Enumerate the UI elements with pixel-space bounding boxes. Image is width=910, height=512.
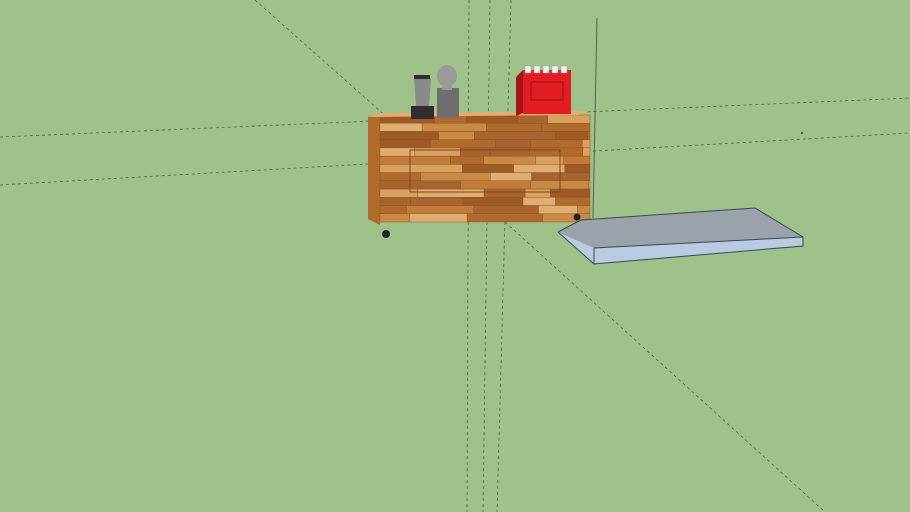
wood-plank: [563, 155, 591, 165]
wood-plank: [379, 180, 461, 190]
wood-plank: [473, 205, 539, 214]
wood-plank: [587, 131, 591, 140]
wood-plank: [555, 131, 588, 140]
stone-slab[interactable]: [557, 207, 804, 265]
wood-plank: [379, 155, 451, 165]
espresso-cup: [524, 65, 532, 74]
wood-plank: [379, 139, 431, 149]
wood-plank: [460, 147, 491, 157]
wood-plank: [483, 155, 536, 165]
wood-plank: [541, 122, 591, 132]
blue-axis-guide-2: [482, 0, 491, 512]
wheel-left: [382, 230, 390, 238]
wood-plank: [495, 139, 531, 149]
wood-plank: [490, 172, 532, 182]
wood-plank: [547, 114, 591, 124]
grinder-neck: [442, 86, 452, 90]
wood-plank: [410, 197, 463, 206]
blender[interactable]: [411, 75, 434, 119]
wood-plank: [462, 164, 514, 173]
wood-plank: [577, 205, 591, 214]
blue-axis-guide-3: [496, 0, 512, 512]
wood-plank: [379, 205, 407, 214]
espresso-body-side: [516, 70, 523, 116]
wood-plank: [535, 155, 564, 165]
wood-plank: [438, 131, 475, 140]
wood-plank: [379, 122, 423, 132]
guide-point: [800, 131, 804, 135]
wood-plank: [588, 180, 591, 190]
wood-plank: [414, 147, 461, 157]
wood-plank: [550, 188, 591, 198]
espresso-machine[interactable]: [516, 65, 571, 116]
wood-plank: [466, 213, 543, 223]
wooden-counter[interactable]: [368, 111, 591, 238]
espresso-cup: [542, 65, 550, 74]
counter-planks: [379, 114, 591, 223]
blender-base: [411, 106, 434, 119]
wood-plank: [430, 139, 496, 149]
wood-plank: [460, 180, 531, 190]
wood-plank: [420, 172, 491, 182]
counter-side-face: [368, 113, 380, 225]
wood-plank: [466, 114, 519, 124]
diagonal-guide-lower: [504, 221, 826, 512]
wood-plank: [450, 155, 484, 165]
wood-plank: [379, 213, 411, 223]
wood-plank: [379, 172, 421, 182]
wood-plank: [524, 188, 551, 198]
espresso-cup: [560, 65, 568, 74]
wood-plank: [530, 139, 583, 149]
blender-lid: [414, 75, 430, 79]
wood-plank: [417, 188, 485, 198]
wood-plank: [379, 188, 419, 198]
wood-plank: [564, 164, 591, 173]
model-viewport[interactable]: [0, 0, 910, 512]
wood-plank: [474, 131, 556, 140]
wood-plank: [517, 114, 548, 124]
wood-plank: [421, 122, 487, 132]
scene-canvas[interactable]: [0, 0, 910, 512]
espresso-cup: [551, 65, 559, 74]
wood-plank: [513, 164, 566, 173]
wood-plank: [379, 197, 411, 206]
wood-plank: [522, 197, 556, 206]
espresso-body-front: [523, 70, 571, 114]
grinder-body: [437, 88, 459, 118]
wood-plank: [582, 147, 591, 157]
wood-plank: [529, 147, 583, 157]
wood-plank: [462, 197, 524, 206]
wood-plank: [582, 139, 591, 149]
wood-plank: [379, 164, 463, 173]
wood-plank: [379, 147, 415, 157]
wood-plank: [531, 172, 591, 182]
wood-plank: [406, 205, 475, 214]
blender-jar: [414, 78, 431, 106]
wood-plank: [538, 205, 578, 214]
espresso-cup: [533, 65, 541, 74]
wood-plank: [483, 188, 526, 198]
wood-plank: [489, 147, 530, 157]
wood-plank: [555, 197, 591, 206]
wood-plank: [409, 213, 468, 223]
grinder-hopper: [437, 65, 457, 87]
wheel-right: [573, 213, 581, 221]
wood-plank: [486, 122, 542, 132]
vertical-guide-solid: [592, 17, 598, 219]
blue-axis-guide-1: [466, 0, 470, 512]
coffee-grinder[interactable]: [437, 65, 459, 118]
wood-plank: [379, 131, 439, 140]
